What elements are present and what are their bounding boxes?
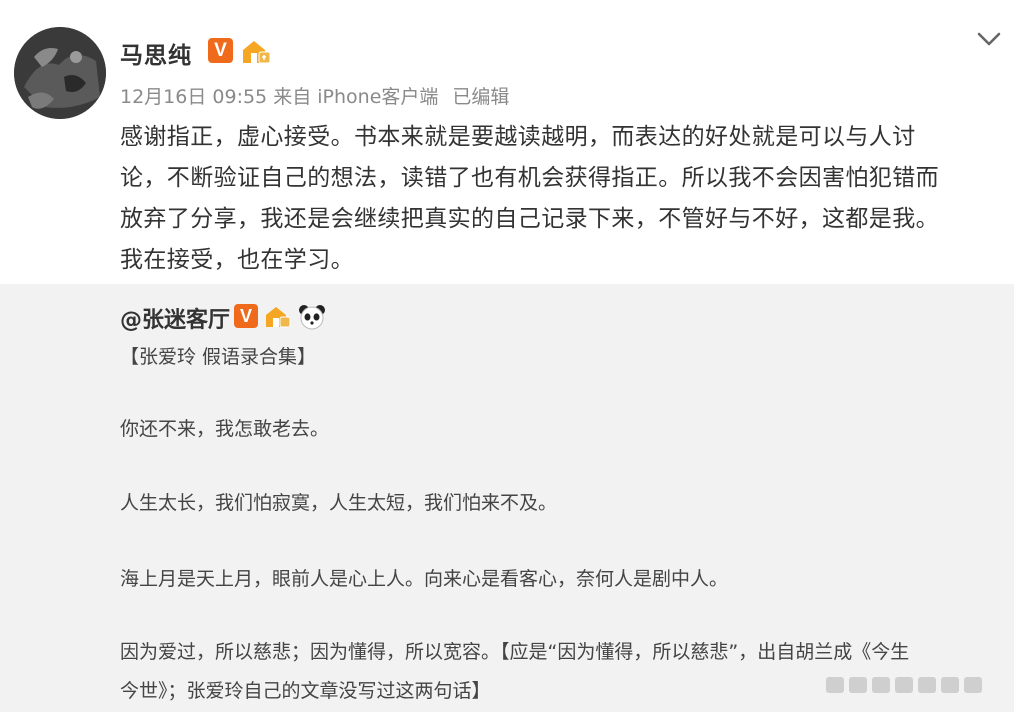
watermark-block	[826, 677, 844, 693]
quoted-line: 因为爱过，所以慈悲；因为懂得，所以宽容。【应是“因为懂得，所以慈悲”，出自胡兰成…	[120, 641, 910, 663]
post-author-name[interactable]: 马思纯	[120, 36, 192, 70]
quoted-post[interactable]: @张迷客厅 V 【张爱玲 假语录合集】 你还不来，我怎敢老去。 人生太长，我们怕…	[0, 284, 1014, 712]
verified-v-icon: V	[234, 304, 258, 328]
quoted-line: 海上月是天上月，眼前人是心上人。向来心是看客心，奈何人是剧中人。	[120, 568, 729, 590]
watermark-block	[849, 677, 867, 693]
quoted-line: 人生太长，我们怕寂寞，人生太短，我们怕来不及。	[120, 492, 558, 514]
watermark-block	[941, 677, 959, 693]
quoted-line: 今世》；张爱玲自己的文章没写过这两句话】	[120, 680, 491, 702]
avatar[interactable]	[14, 27, 106, 119]
quoted-title: 【张爱玲 假语录合集】	[120, 346, 317, 368]
post-body-line: 感谢指正，虚心接受。书本来就是要越读越明，而表达的好处就是可以与人讨	[120, 124, 916, 150]
post-body-line: 我在接受，也在学习。	[120, 247, 354, 273]
watermark-block	[872, 677, 890, 693]
post-source: 来自 iPhone客户端	[273, 86, 439, 108]
panda-icon	[298, 303, 326, 331]
weibo-post: 马思纯 V 12月16日 09:55 来自 iPhone客户端 已编辑 感谢指正，…	[0, 0, 1014, 712]
post-time[interactable]: 12月16日 09:55	[120, 86, 267, 108]
post-body-line: 放弃了分享，我还是会继续把真实的自己记录下来，不管好与不好，这都是我。	[120, 206, 939, 232]
quoted-line: 你还不来，我怎敢老去。	[120, 418, 330, 440]
watermark-block	[895, 677, 913, 693]
house-fan-icon	[240, 38, 272, 66]
post-body-line: 论，不断验证自己的想法，读错了也有机会获得指正。所以我不会因害怕犯错而	[120, 165, 939, 191]
watermark-blur	[826, 672, 1002, 698]
post-body: 感谢指正，虚心接受。书本来就是要越读越明，而表达的好处就是可以与人讨 论，不断验…	[120, 117, 1000, 281]
chevron-down-icon[interactable]	[974, 26, 1004, 52]
verified-v-icon: V	[208, 38, 233, 63]
post-meta: 12月16日 09:55 来自 iPhone客户端 已编辑	[120, 82, 509, 109]
watermark-block	[918, 677, 936, 693]
house-fan-icon	[264, 304, 292, 330]
watermark-block	[964, 677, 982, 693]
edited-label[interactable]: 已编辑	[452, 86, 509, 108]
quoted-author-name[interactable]: @张迷客厅	[120, 302, 230, 334]
